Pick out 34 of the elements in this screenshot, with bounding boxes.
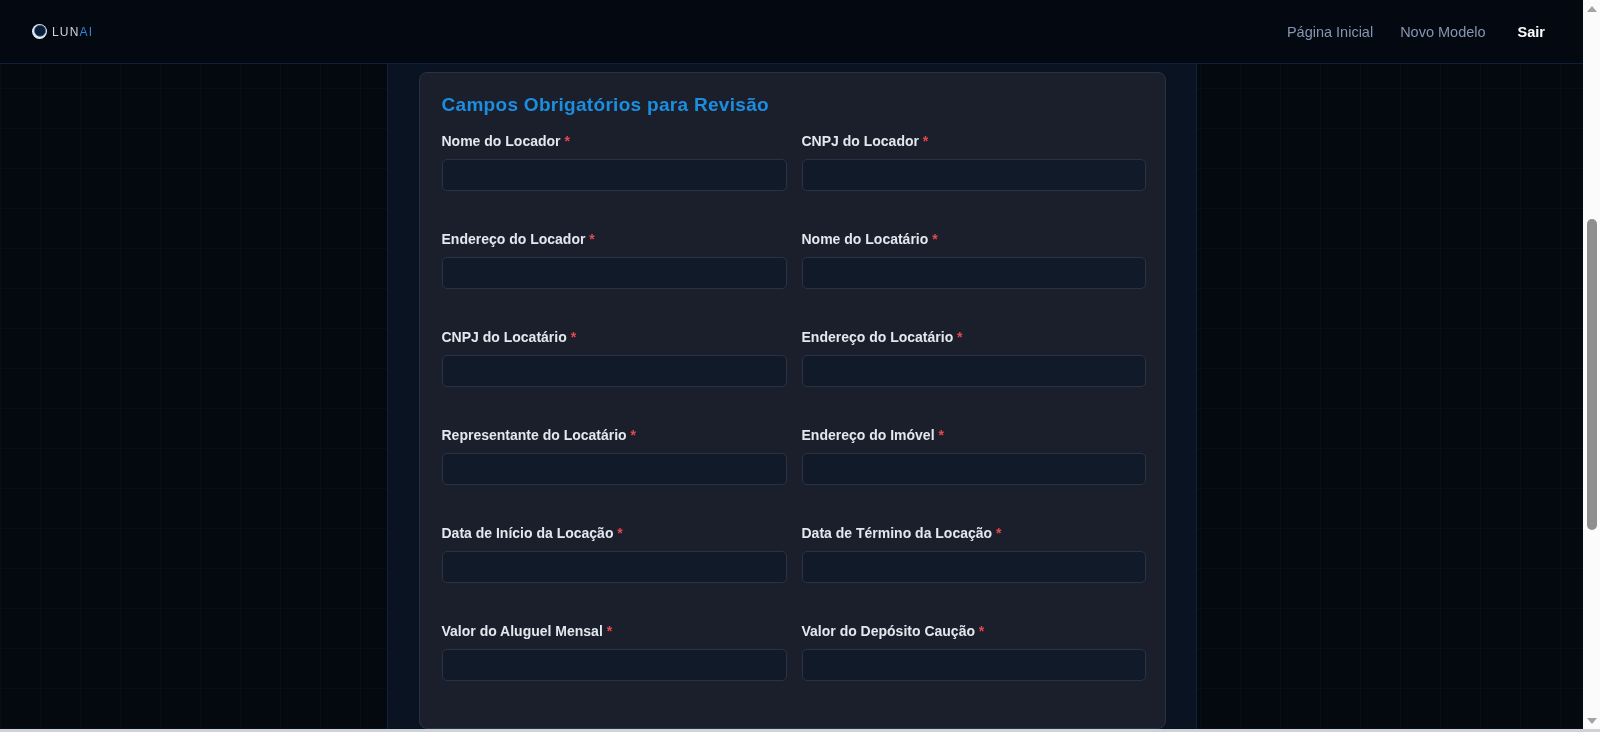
field-label: Data de Início da Locação *	[441, 524, 624, 543]
scrollbar[interactable]	[1583, 0, 1600, 729]
field-label: Nome do Locador *	[441, 132, 571, 151]
field-label: CNPJ do Locatário *	[441, 328, 578, 347]
input-field[interactable]	[801, 257, 1146, 289]
input-field[interactable]	[441, 355, 787, 387]
input-field[interactable]	[801, 355, 1146, 387]
field-label: Data de Término da Locação *	[801, 524, 1003, 543]
input-field[interactable]	[441, 551, 787, 583]
logo-icon	[32, 24, 47, 39]
down-arrow-icon[interactable]	[1586, 718, 1597, 724]
field-label: Valor do Depósito Caução *	[801, 622, 986, 641]
form-title: Campos Obrigatórios para Revisão	[441, 93, 770, 117]
field-label: Endereço do Locatário *	[801, 328, 964, 347]
logout-link[interactable]: Sair	[1517, 21, 1545, 42]
field-label: Endereço do Imóvel *	[801, 426, 945, 445]
input-field[interactable]	[801, 551, 1146, 583]
field-label: CNPJ do Locador *	[801, 132, 930, 151]
input-field[interactable]	[801, 453, 1146, 485]
nav-link[interactable]: Página Inicial	[1286, 21, 1374, 42]
up-arrow-icon[interactable]	[1586, 6, 1597, 12]
field-label: Nome do Locatário *	[801, 230, 939, 249]
field-label: Endereço do Locador *	[441, 230, 596, 249]
input-field[interactable]	[441, 159, 787, 191]
input-field[interactable]	[801, 159, 1146, 191]
input-field[interactable]	[441, 257, 787, 289]
scrollbar-thumb[interactable]	[1586, 219, 1597, 530]
input-field[interactable]	[801, 649, 1146, 681]
field-label: Valor do Aluguel Mensal *	[441, 622, 614, 641]
nav-link[interactable]: Novo Modelo	[1400, 21, 1486, 42]
input-field[interactable]	[441, 649, 787, 681]
field-label: Representante do Locatário *	[441, 426, 637, 445]
logo-text: LUNAI	[52, 24, 94, 39]
input-field[interactable]	[441, 453, 787, 485]
